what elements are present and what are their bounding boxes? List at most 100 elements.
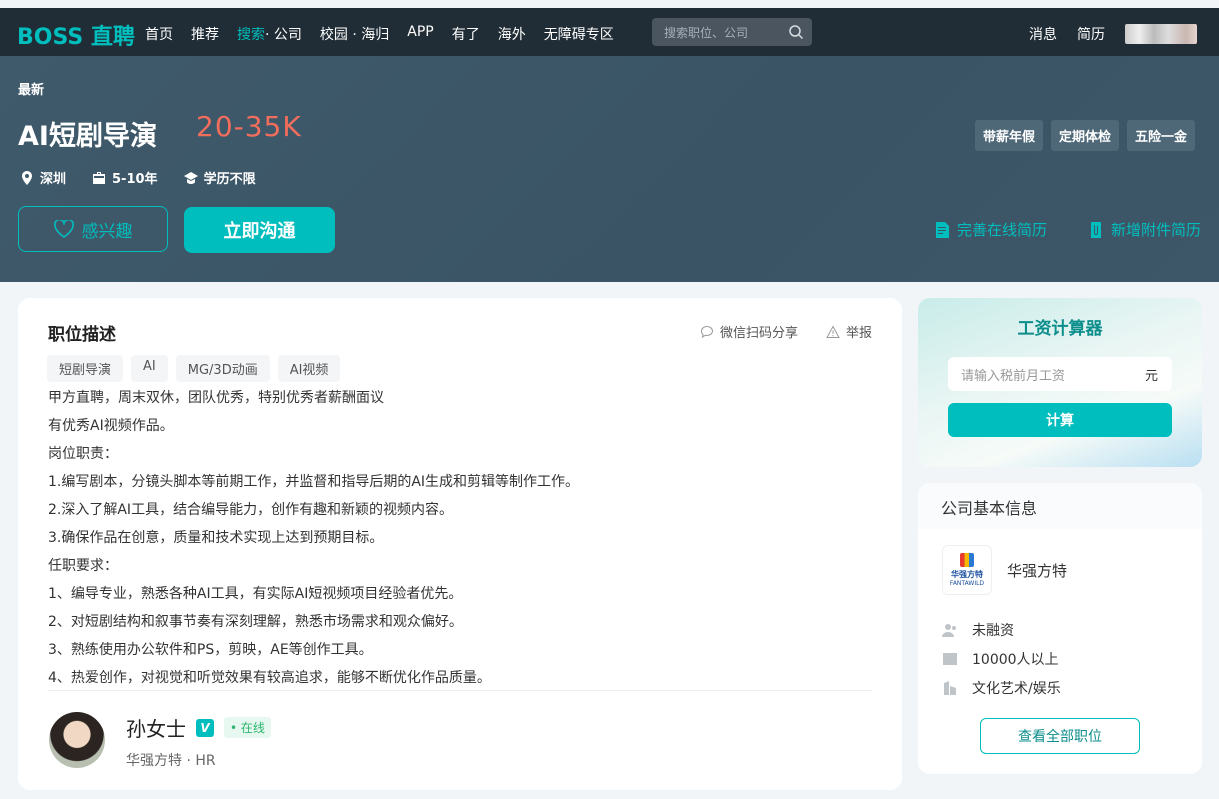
description-line: 3、熟练使用办公软件和PS，剪映，AE等创作工具。: [48, 642, 373, 658]
skill-tag: 短剧导演: [47, 355, 124, 382]
calculator-title: 工资计算器: [1017, 319, 1103, 339]
user-area: 消息 简历: [1029, 24, 1197, 44]
growth-chart-icon: [943, 652, 957, 665]
skill-tags: 短剧导演 AI MG/3D动画 AI视频: [47, 355, 341, 382]
description-line: 3.确保作品在创意，质量和技术实现上达到预期目标。: [48, 530, 384, 546]
job-salary: 20-35K: [196, 110, 302, 143]
description-line: 2、对短剧结构和叙事节奏有深刻理解，熟悉市场需求和观众偏好。: [48, 614, 463, 630]
nav-app[interactable]: APP: [407, 24, 433, 44]
job-description-card: 职位描述 微信扫码分享 举报 短剧导演 AI MG/3D动画 AI视频 甲方直聘…: [18, 298, 902, 790]
resume-icon: [935, 221, 949, 238]
welfare-tag: 带薪年假: [974, 120, 1043, 151]
funding-text: 未融资: [972, 622, 1014, 639]
description-line: 4、热爱创作，对视觉和听觉效果有较高追求，能够不断优化作品质量。: [48, 670, 491, 686]
company-logo[interactable]: 华强方特 FANTAWILD: [942, 545, 992, 595]
description-title: 职位描述: [48, 325, 116, 345]
chat-now-button[interactable]: 立即沟通: [184, 207, 335, 253]
nav-youle[interactable]: 有了: [452, 24, 480, 44]
description-line: 有优秀AI视频作品。: [48, 418, 174, 434]
report-button[interactable]: 举报: [826, 322, 872, 341]
education: 学历不限: [183, 168, 256, 187]
online-status: • 在线: [224, 717, 271, 738]
description-line: 岗位职责：: [48, 446, 118, 462]
top-nav-bar: BOSS 直聘 首页 推荐 搜索· 公司 校园 · 海归 APP 有了 海外 无…: [0, 8, 1219, 56]
hr-name: 孙女士: [126, 717, 186, 741]
search-box[interactable]: 搜索职位、公司: [652, 18, 812, 46]
welfare-tag: 五险一金: [1126, 120, 1195, 151]
nav-campus[interactable]: 校园 · 海归: [320, 24, 389, 44]
resume-links: 完善在线简历 新增附件简历: [935, 219, 1201, 240]
attachment-icon: [1090, 221, 1101, 238]
salary-calculator-card: 工资计算器 请输入税前月工资 元 计算: [918, 298, 1202, 467]
wechat-share-button[interactable]: 微信扫码分享: [700, 322, 798, 341]
location: 深圳: [20, 168, 66, 187]
experience-text: 5-10年: [112, 172, 158, 187]
salary-input-placeholder: 请输入税前月工资: [961, 369, 1066, 384]
add-attachment-link[interactable]: 新增附件简历: [1089, 219, 1201, 240]
description-body: 甲方直聘，周末双休，团队优秀，特别优秀者薪酬面议 有优秀AI视频作品。 岗位职责…: [48, 384, 579, 692]
complete-resume-link[interactable]: 完善在线简历: [935, 219, 1047, 240]
job-title: AI短剧导演: [18, 121, 157, 152]
welfare-tag: 定期体检: [1050, 120, 1119, 151]
skill-tag: AI视频: [277, 355, 341, 382]
interest-button[interactable]: 感兴趣: [18, 206, 168, 252]
skill-tag: MG/3D动画: [175, 355, 270, 382]
nav-home[interactable]: 首页: [145, 24, 173, 44]
chat-bubble-icon: [700, 325, 713, 338]
hr-role: HR: [195, 753, 216, 769]
company-logo-mark: [960, 553, 974, 567]
boss-logo[interactable]: BOSS 直聘: [17, 19, 135, 51]
hr-subtitle: 华强方特 · HR: [126, 750, 216, 770]
hr-company: 华强方特: [126, 753, 182, 769]
nav-overseas[interactable]: 海外: [498, 24, 526, 44]
hr-avatar[interactable]: [49, 712, 105, 768]
user-avatar[interactable]: [1125, 24, 1197, 44]
heart-icon: [53, 220, 74, 238]
location-text: 深圳: [40, 172, 67, 187]
job-meta: 深圳 5-10年 学历不限: [20, 168, 256, 187]
nav-company[interactable]: · 公司: [265, 27, 302, 43]
search-icon[interactable]: [788, 24, 804, 40]
education-text: 学历不限: [203, 172, 256, 187]
view-all-jobs-button[interactable]: 查看全部职位: [980, 718, 1140, 754]
add-attachment-label: 新增附件简历: [1110, 221, 1201, 239]
description-actions: 微信扫码分享 举报: [700, 322, 872, 341]
welfare-tags: 带薪年假 定期体检 五险一金: [974, 120, 1195, 151]
resume-link[interactable]: 简历: [1077, 24, 1105, 44]
skill-tag: AI: [131, 355, 168, 382]
hr-name-row: 孙女士 V • 在线: [126, 713, 271, 742]
new-badge: 最新: [18, 83, 45, 98]
location-icon: [22, 170, 32, 185]
graduation-cap-icon: [183, 171, 198, 184]
company-details: 未融资 10000人以上 文化艺术/娱乐: [942, 615, 1061, 702]
company-logo-en: FANTAWILD: [949, 580, 985, 587]
company-name[interactable]: 华强方特: [1007, 560, 1067, 581]
nav-accessibility[interactable]: 无障碍专区: [544, 24, 614, 44]
calculate-button[interactable]: 计算: [948, 403, 1172, 437]
main-nav: 首页 推荐 搜索· 公司 校园 · 海归 APP 有了 海外 无障碍专区: [145, 24, 632, 44]
messages-link[interactable]: 消息: [1029, 24, 1057, 44]
description-line: 2.深入了解AI工具，结合编导能力，创作有趣和新颖的视频内容。: [48, 502, 454, 518]
size-row: 10000人以上: [942, 644, 1061, 673]
wechat-share-label: 微信扫码分享: [719, 326, 798, 341]
report-label: 举报: [845, 326, 872, 341]
industry-text: 文化艺术/娱乐: [972, 680, 1061, 697]
company-info-header: 公司基本信息: [918, 483, 1202, 529]
job-banner: 最新 AI短剧导演 20-35K 深圳 5-10年 学历不限 带薪年假 定期体检…: [0, 56, 1219, 282]
warning-icon: [826, 324, 840, 338]
search-placeholder: 搜索职位、公司: [664, 26, 749, 40]
company-info-card: 公司基本信息 华强方特 FANTAWILD 华强方特 未融资 10000人以上 …: [918, 483, 1202, 774]
salary-unit: 元: [1144, 369, 1158, 384]
salary-input[interactable]: 请输入税前月工资 元: [948, 357, 1172, 391]
experience: 5-10年: [92, 168, 158, 187]
funding-icon: [942, 623, 956, 637]
nav-recommend[interactable]: 推荐: [191, 24, 219, 44]
description-line: 任职要求：: [48, 558, 118, 574]
verified-badge: V: [196, 718, 214, 737]
nav-search[interactable]: 搜索· 公司: [237, 24, 302, 44]
nav-search-label[interactable]: 搜索: [237, 27, 265, 43]
building-icon: [944, 680, 956, 695]
funding-row: 未融资: [942, 615, 1061, 644]
divider: [48, 690, 872, 691]
description-line: 1、编导专业，熟悉各种AI工具，有实际AI短视频项目经验者优先。: [48, 586, 463, 602]
